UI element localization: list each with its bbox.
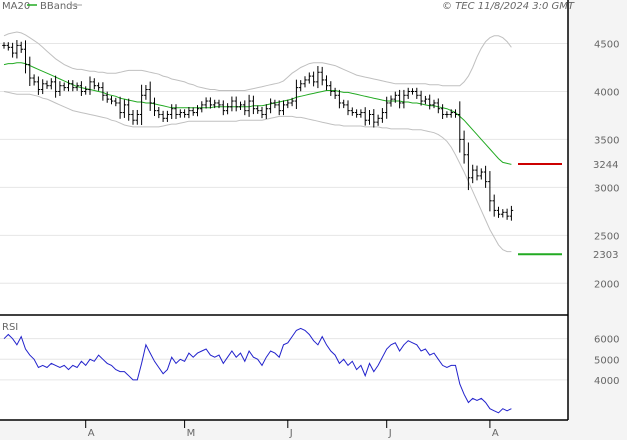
rsi-tick-label: 5000: [594, 355, 619, 366]
chart-legend: MA20 BBands: [2, 1, 82, 12]
month-tick-label: J: [388, 428, 392, 439]
month-tick-label: M: [187, 428, 196, 439]
stock-chart: 3244 2303 2000 2500 3000 3500 4000 4500 4000 50…: [0, 0, 627, 440]
rsi-tick-label: 6000: [594, 335, 619, 346]
price-tick-label: 2500: [594, 231, 619, 242]
rsi-panel-label: RSI: [2, 322, 18, 333]
month-tick-label: A: [492, 428, 499, 439]
month-tick-label: A: [88, 428, 95, 439]
legend-ma20: MA20: [2, 1, 30, 12]
chart-background: [0, 0, 627, 440]
support-label: 2303: [593, 250, 618, 261]
month-tick-label: J: [289, 428, 293, 439]
rsi-y-ticks: 4000 5000 6000: [594, 335, 619, 387]
copyright-text: © TEC 11/8/2024 3:0 GMT: [442, 1, 575, 12]
legend-bbands: BBands: [40, 1, 78, 12]
price-tick-label: 2000: [594, 279, 619, 290]
resistance-label: 3244: [593, 160, 618, 171]
price-tick-label: 4500: [594, 39, 619, 50]
price-tick-label: 3000: [594, 183, 619, 194]
price-tick-label: 4000: [594, 87, 619, 98]
rsi-tick-label: 4000: [594, 376, 619, 387]
price-tick-label: 3500: [594, 135, 619, 146]
